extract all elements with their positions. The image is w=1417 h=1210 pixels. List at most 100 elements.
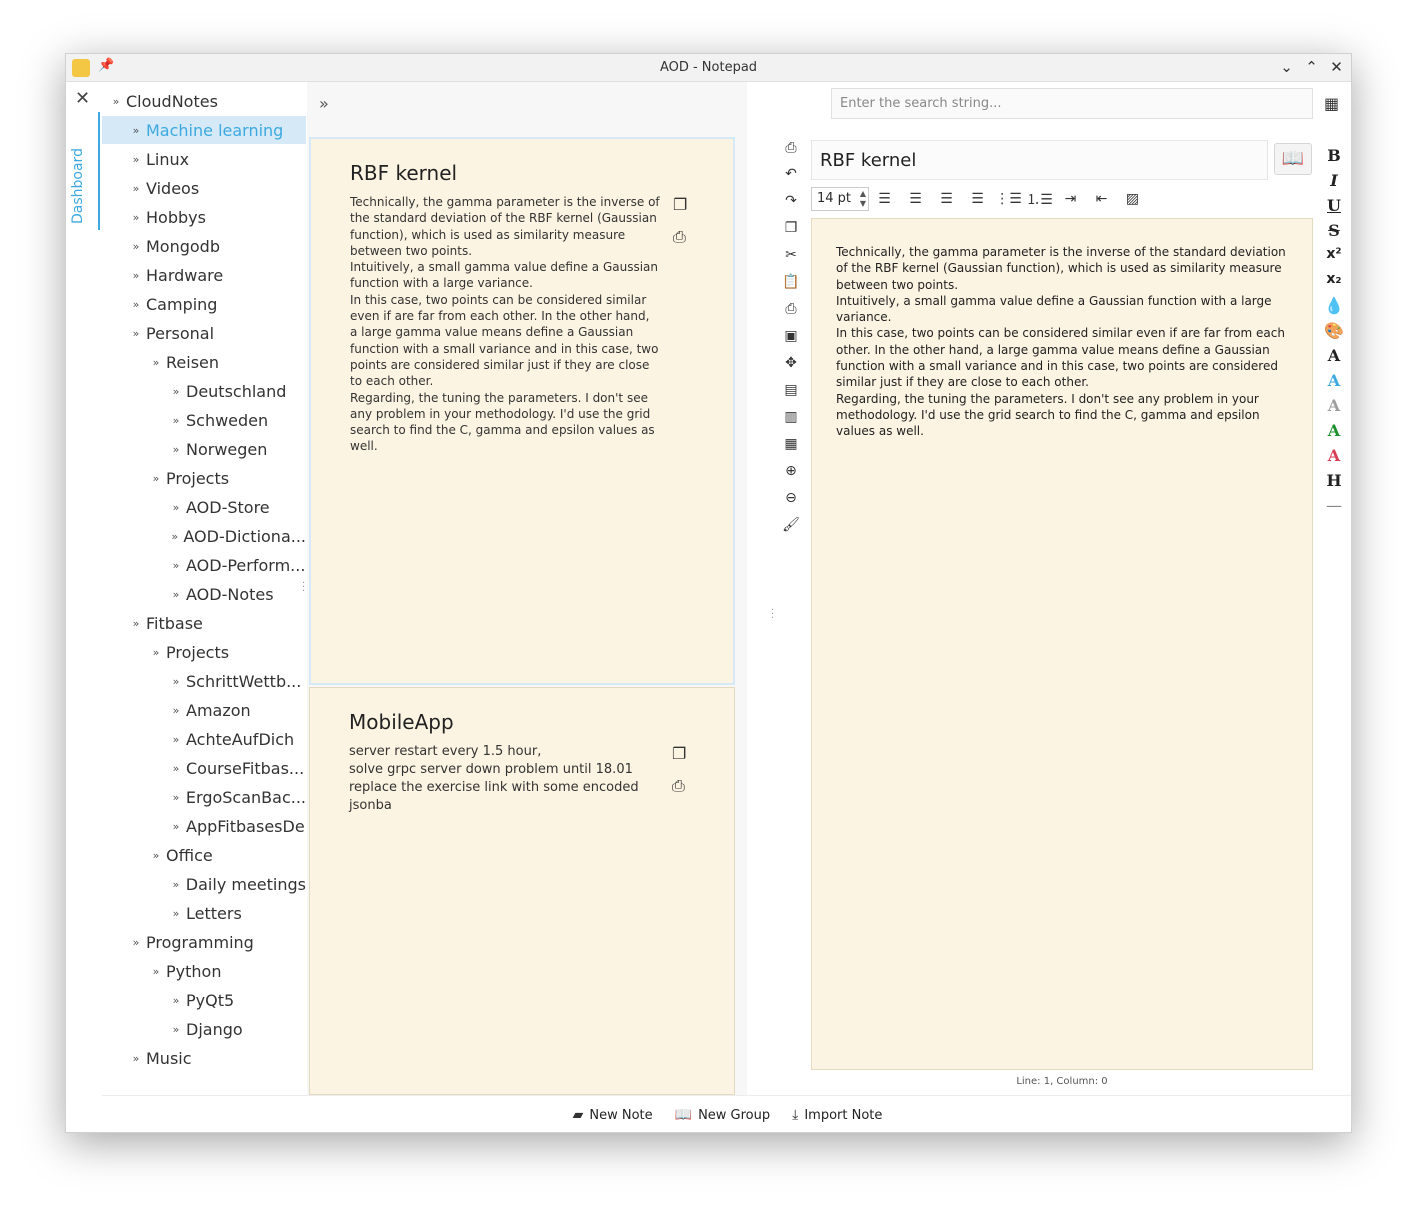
close-sidebar-icon[interactable]: ✕	[75, 88, 90, 109]
close-window-icon[interactable]: ✕	[1328, 57, 1345, 77]
font-color-gray-icon[interactable]: A	[1321, 396, 1347, 415]
chevron-down-icon[interactable]: »	[166, 443, 186, 456]
tree-item[interactable]: » Reisen	[102, 348, 306, 376]
grid-view-icon[interactable]: ▦	[1324, 94, 1339, 113]
align-center-icon[interactable]: ☰	[900, 191, 931, 207]
strikethrough-icon[interactable]: S	[1321, 221, 1347, 240]
chevron-down-icon[interactable]: »	[166, 1023, 186, 1036]
tree-item[interactable]: » Programming	[102, 928, 306, 956]
chevron-down-icon[interactable]: »	[146, 472, 166, 485]
tree-item[interactable]: » AOD-Store	[102, 493, 306, 521]
chevron-down-icon[interactable]: »	[166, 733, 186, 746]
search-input[interactable]: Enter the search string...	[831, 88, 1313, 119]
tree-item-selected[interactable]: » Machine learning	[102, 116, 306, 144]
tree-item[interactable]: » CourseFitbas...	[102, 754, 306, 782]
font-color-green-icon[interactable]: A	[1321, 421, 1347, 440]
chevron-down-icon[interactable]: »	[166, 878, 186, 891]
note-card[interactable]: MobileApp server restart every 1.5 hour,…	[309, 687, 735, 1095]
tree-item[interactable]: » Videos	[102, 174, 306, 202]
minimize-icon[interactable]: ⌄	[1278, 57, 1295, 77]
chevron-down-icon[interactable]: »	[146, 849, 166, 862]
read-mode-button[interactable]: 📖	[1274, 143, 1312, 175]
tree-item[interactable]: » Daily meetings	[102, 870, 306, 898]
tree-item[interactable]: » Schweden	[102, 406, 306, 434]
zoom-out-icon[interactable]: ⊖	[782, 490, 800, 506]
tree-item[interactable]: » Mongodb	[102, 232, 306, 260]
move-icon[interactable]: ✥	[782, 355, 800, 371]
tree-item[interactable]: » AOD-Perform...	[102, 551, 306, 579]
import-note-button[interactable]: ⤓ Import Note	[792, 1107, 882, 1123]
expand-icon[interactable]: »	[319, 94, 329, 113]
cut-icon[interactable]: ✂	[782, 247, 800, 263]
note-title-field[interactable]: RBF kernel	[811, 140, 1268, 180]
tree-item[interactable]: » Python	[102, 957, 306, 985]
chevron-down-icon[interactable]: »	[166, 559, 186, 572]
tree-item[interactable]: » Office	[102, 841, 306, 869]
chevron-down-icon[interactable]: »	[126, 211, 146, 224]
chevron-down-icon[interactable]: »	[146, 356, 166, 369]
tree-item[interactable]: » Camping	[102, 290, 306, 318]
font-size-spinner[interactable]: 14 pt ▲ ▼	[811, 187, 869, 211]
tree-item[interactable]: » AOD-Dictiona...	[102, 522, 306, 550]
print-icon[interactable]: ⎙	[782, 301, 800, 317]
chevron-down-icon[interactable]: »	[126, 124, 146, 137]
insert-image-icon[interactable]: ▨	[1117, 191, 1148, 207]
tree-item[interactable]: » AOD-Notes	[102, 580, 306, 608]
chevron-down-icon[interactable]: »	[106, 95, 126, 108]
zoom-in-icon[interactable]: ⊕	[782, 463, 800, 479]
font-color-black-icon[interactable]: A	[1321, 346, 1347, 365]
printer-icon[interactable]: ⎙	[782, 140, 800, 156]
tree-item[interactable]: » Projects	[102, 464, 306, 492]
chevron-down-icon[interactable]: »	[126, 327, 146, 340]
chevron-down-icon[interactable]: »	[126, 617, 146, 630]
cards-splitter-handle[interactable]: · · ·	[771, 606, 774, 624]
chevron-down-icon[interactable]: »	[166, 994, 186, 1007]
document-icon[interactable]: ▦	[782, 436, 800, 452]
tree-item[interactable]: » Django	[102, 1015, 306, 1043]
new-note-button[interactable]: ▰ New Note	[573, 1107, 653, 1123]
chevron-down-icon[interactable]: »	[146, 965, 166, 978]
tree-item[interactable]: » Amazon	[102, 696, 306, 724]
subscript-icon[interactable]: x₂	[1321, 271, 1347, 287]
underline-icon[interactable]: U	[1321, 196, 1347, 215]
note-editor[interactable]: Technically, the gamma parameter is the …	[811, 218, 1313, 1070]
tree-item[interactable]: » Fitbase	[102, 609, 306, 637]
chevron-down-icon[interactable]: »	[166, 588, 186, 601]
superscript-icon[interactable]: x²	[1321, 246, 1347, 262]
note-card[interactable]: RBF kernel Technically, the gamma parame…	[309, 137, 735, 685]
tree-item[interactable]: » Hobbys	[102, 203, 306, 231]
tree-item[interactable]: » Personal	[102, 319, 306, 347]
align-right-icon[interactable]: ☰	[931, 191, 962, 207]
tree-item[interactable]: » Letters	[102, 899, 306, 927]
print-icon[interactable]: ⎙	[673, 227, 686, 247]
font-color-red-icon[interactable]: A	[1321, 446, 1347, 465]
tree-item[interactable]: » Music	[102, 1044, 306, 1072]
horizontal-rule-icon[interactable]: —	[1321, 496, 1347, 515]
chevron-down-icon[interactable]: »	[166, 820, 186, 833]
paste-icon[interactable]: 📋	[782, 274, 800, 290]
tree-item[interactable]: » ErgoScanBac...	[102, 783, 306, 811]
bullet-list-icon[interactable]: ⋮☰	[993, 191, 1024, 207]
chevron-down-icon[interactable]: »	[166, 907, 186, 920]
italic-icon[interactable]: I	[1321, 171, 1347, 190]
copy-icon[interactable]: ❐	[782, 220, 800, 236]
chevron-down-icon[interactable]: »	[126, 269, 146, 282]
export-image-icon[interactable]: ▣	[782, 328, 800, 344]
chevron-down-icon[interactable]: »	[166, 414, 186, 427]
copy-icon[interactable]: ❐	[672, 744, 686, 763]
tree-item[interactable]: » AppFitbasesDe	[102, 812, 306, 840]
tree-item[interactable]: » CloudNotes	[102, 87, 306, 115]
chevron-down-icon[interactable]: »	[126, 936, 146, 949]
chevron-down-icon[interactable]: »	[126, 153, 146, 166]
tree-item[interactable]: » SchrittWettb...	[102, 667, 306, 695]
chevron-down-icon[interactable]: »	[166, 530, 183, 543]
outdent-icon[interactable]: ⇤	[1086, 191, 1117, 207]
indent-icon[interactable]: ⇥	[1055, 191, 1086, 207]
new-group-button[interactable]: 📖 New Group	[675, 1107, 771, 1123]
brush-icon[interactable]: 🖌	[782, 517, 800, 533]
highlight-drop-icon[interactable]: 💧	[1321, 296, 1347, 315]
tree-item[interactable]: » AchteAufDich	[102, 725, 306, 753]
print-icon[interactable]: ⎙	[672, 776, 685, 796]
maximize-icon[interactable]: ⌃	[1303, 57, 1320, 77]
tree-item[interactable]: » Norwegen	[102, 435, 306, 463]
